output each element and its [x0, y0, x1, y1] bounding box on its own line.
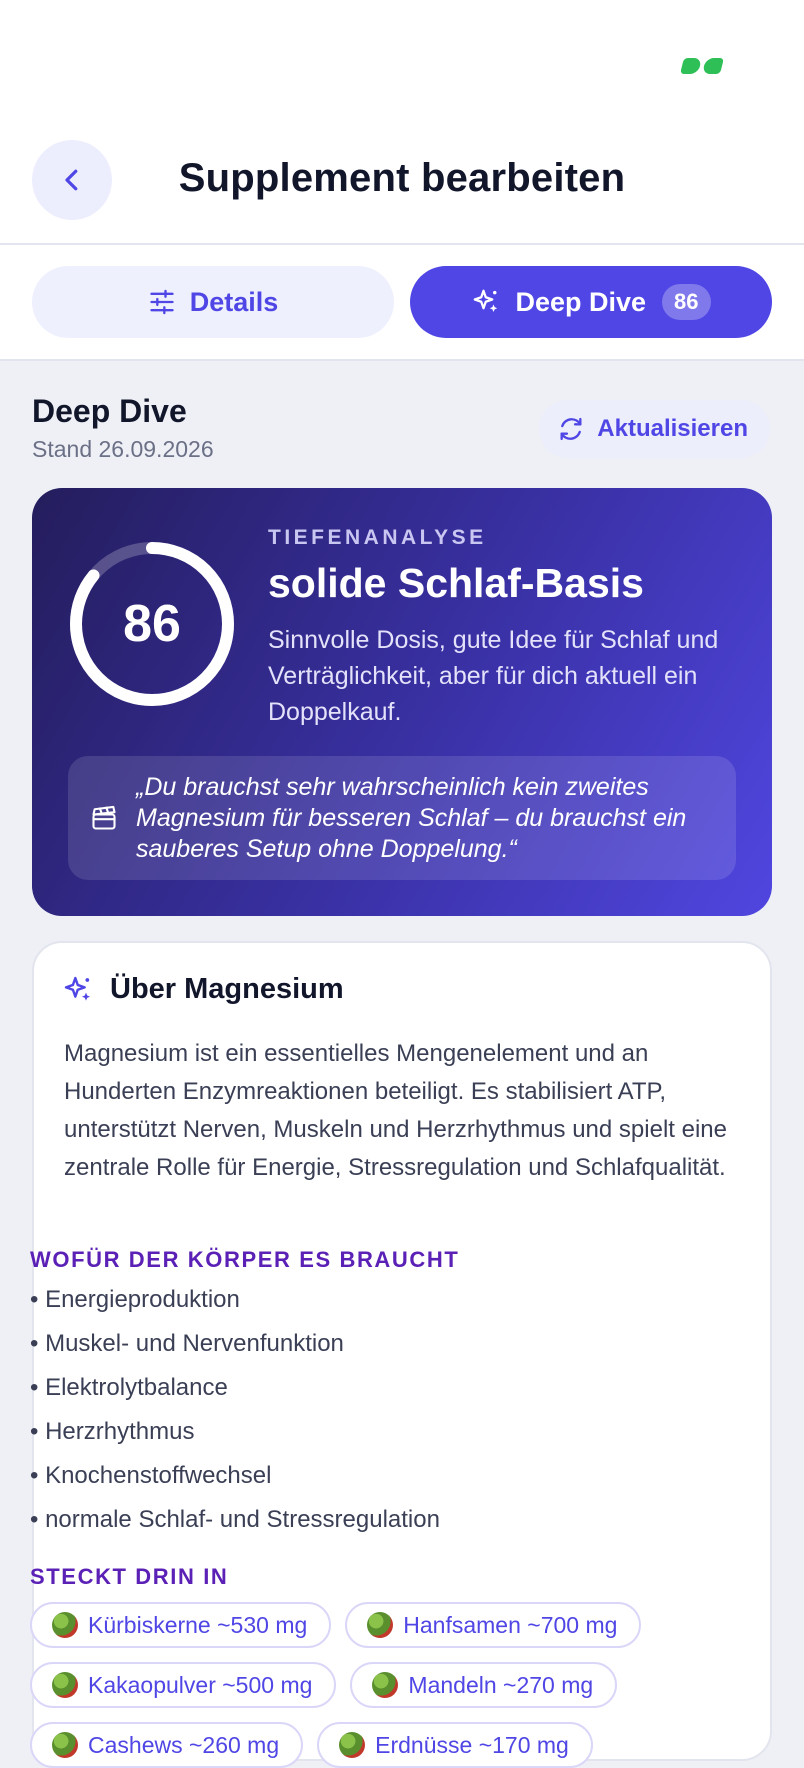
source-chip: Hanfsamen ~700 mg: [345, 1602, 642, 1648]
section-title: Deep Dive: [32, 393, 187, 429]
list-item: • Muskel- und Nervenfunktion: [30, 1330, 344, 1357]
needs-heading: WOFÜR DER KÖRPER ES BRAUCHT: [30, 1247, 460, 1272]
chip-label: Cashews ~260 mg: [88, 1731, 280, 1758]
salad-icon: [339, 1732, 366, 1758]
source-chip: Cashews ~260 mg: [30, 1722, 304, 1768]
source-chip: Kakaopulver ~500 mg: [30, 1662, 337, 1708]
list-item: • normale Schlaf- und Stressregulation: [30, 1506, 440, 1533]
sources-heading: STECKT DRIN IN: [30, 1564, 229, 1589]
list-item: • Elektrolytbalance: [30, 1374, 228, 1401]
hero-title: solide Schlaf-Basis: [268, 560, 644, 606]
chip-label: Kakaopulver ~500 mg: [88, 1671, 313, 1698]
salad-icon: [52, 1732, 78, 1758]
tab-bar: Details Deep Dive 86: [0, 245, 804, 361]
page-title: Supplement bearbeiten: [178, 156, 626, 200]
source-chip: Kürbiskerne ~530 mg: [30, 1602, 332, 1648]
analysis-hero-card: 86 TIEFENANALYSE solide Schlaf-Basis Sin…: [32, 488, 772, 916]
needs-list: • Energieproduktion • Muskel- und Nerven…: [30, 1278, 440, 1542]
section-date: Stand 26.09.2026: [32, 436, 214, 462]
tab-deep-dive[interactable]: Deep Dive 86: [410, 266, 772, 338]
about-card-header: Über Magnesium: [62, 973, 344, 1006]
quote-text: „Du brauchst sehr wahrscheinlich kein zw…: [136, 773, 687, 863]
about-description: Magnesium ist ein essentielles Mengenele…: [64, 1040, 727, 1181]
source-chip: Mandeln ~270 mg: [350, 1662, 618, 1708]
refresh-icon: [560, 417, 582, 441]
tab-details-label: Details: [189, 286, 279, 317]
salad-icon: [367, 1612, 394, 1638]
status-bar: [0, 0, 804, 130]
refresh-label: Aktualisieren: [597, 415, 748, 442]
salad-icon: [372, 1672, 399, 1698]
chip-label: Mandeln ~270 mg: [408, 1671, 594, 1698]
chip-label: Hanfsamen ~700 mg: [403, 1611, 618, 1638]
header: Supplement bearbeiten: [0, 130, 804, 245]
status-indicator-icon: [678, 57, 726, 75]
sparkle-icon: [64, 976, 90, 1001]
list-item: • Herzrhythmus: [30, 1418, 195, 1445]
source-chip: Erdnüsse ~170 mg: [317, 1722, 593, 1768]
sliders-icon: [150, 289, 174, 315]
quote-box: „Du brauchst sehr wahrscheinlich kein zw…: [68, 756, 736, 880]
sources-chips: Kürbiskerne ~530 mg Hanfsamen ~700 mg Ka…: [30, 1602, 720, 1768]
list-item: • Knochenstoffwechsel: [30, 1462, 272, 1489]
about-title: Über Magnesium: [110, 973, 344, 1005]
sparkle-icon: [474, 289, 498, 312]
salad-icon: [52, 1672, 78, 1698]
tab-details[interactable]: Details: [32, 266, 394, 338]
tab-deep-dive-label: Deep Dive: [515, 286, 647, 317]
score-value: 86: [123, 595, 181, 653]
salad-icon: [52, 1612, 78, 1638]
refresh-button[interactable]: Aktualisieren: [539, 400, 770, 458]
chip-label: Erdnüsse ~170 mg: [375, 1731, 569, 1758]
chip-label: Kürbiskerne ~530 mg: [88, 1611, 308, 1638]
score-badge: 86: [662, 284, 711, 320]
section-header: Deep Dive Stand 26.09.2026: [32, 393, 214, 463]
hero-kicker: TIEFENANALYSE: [268, 526, 487, 549]
list-item: • Energieproduktion: [30, 1286, 240, 1313]
clapperboard-icon: [92, 805, 116, 830]
hero-description: Sinnvolle Dosis, gute Idee für Schlaf un…: [268, 626, 719, 726]
